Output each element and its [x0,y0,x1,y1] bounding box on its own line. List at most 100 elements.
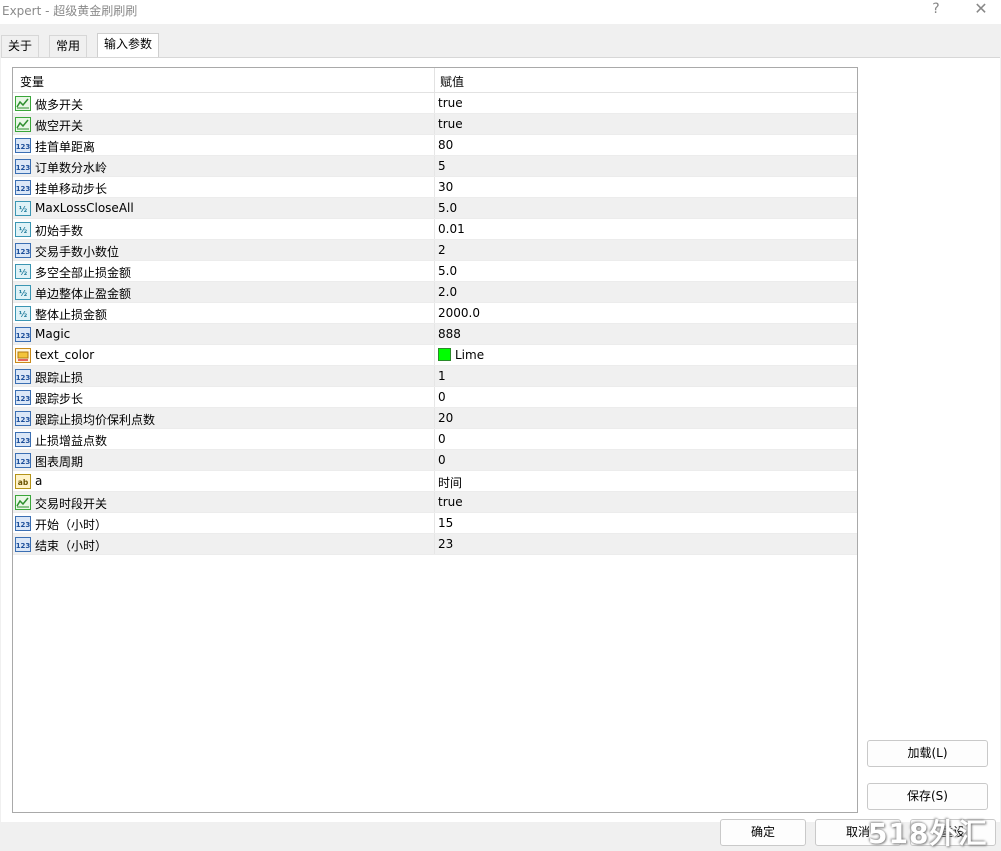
parameter-row[interactable]: 做多开关 true [13,93,857,114]
parameter-name: 跟踪止损均价保利点数 [35,413,156,427]
color-name: Lime [455,348,485,362]
parameter-value[interactable]: 5.0 [438,264,457,278]
parameters-grid[interactable]: 变量 赋值 做多开关 true 做空开关 true 123 挂首单距离 80 123 订单数分水… [12,67,858,813]
parameter-value[interactable]: 2.0 [438,285,457,299]
parameter-row[interactable]: 123 Magic 888 [13,324,857,345]
parameter-value[interactable]: 2000.0 [438,306,480,320]
parameter-value[interactable]: 888 [438,327,461,341]
parameter-name: 止损增益点数 [35,434,108,448]
parameter-value[interactable]: 30 [438,180,453,194]
column-divider [434,450,435,471]
bool-icon [15,117,31,132]
load-button[interactable]: 加载(L) [867,740,988,767]
tab-inputs[interactable]: 输入参数 [97,33,160,58]
parameter-name: MaxLossCloseAll [35,201,134,215]
int-icon: 123 [15,453,31,468]
int-icon: 123 [15,243,31,258]
parameter-name: 做空开关 [35,119,84,133]
int-icon: 123 [15,327,31,342]
column-divider [434,303,435,324]
parameter-value[interactable]: 0.01 [438,222,465,236]
parameter-value[interactable]: 20 [438,411,453,425]
column-divider [434,471,435,492]
parameter-row[interactable]: text_color Lime [13,345,857,366]
parameter-value[interactable]: 时间 [438,474,462,491]
variable-column-header[interactable]: 变量 [20,73,44,90]
close-button[interactable]: ✕ [961,0,1001,22]
window-title: Expert - 超级黄金刷刷刷 [2,4,138,18]
parameter-row[interactable]: ½ 初始手数 0.01 [13,219,857,240]
parameter-row[interactable]: 做空开关 true [13,114,857,135]
parameter-value[interactable]: Lime [438,348,484,362]
value-column-header[interactable]: 赋值 [440,73,464,90]
svg-text:123: 123 [16,416,31,424]
svg-text:123: 123 [16,374,31,382]
parameter-row[interactable]: ½ 单边整体止盈金额 2.0 [13,282,857,303]
parameter-row[interactable]: 123 跟踪止损 1 [13,366,857,387]
parameter-value[interactable]: true [438,495,463,509]
svg-text:123: 123 [16,248,31,256]
parameter-name: 交易时段开关 [35,497,108,511]
parameter-row[interactable]: 123 开始（小时） 15 [13,513,857,534]
svg-text:123: 123 [16,437,31,445]
parameter-value[interactable]: 0 [438,453,446,467]
column-divider [434,534,435,555]
parameter-row[interactable]: ab a 时间 [13,471,857,492]
parameter-row[interactable]: 交易时段开关 true [13,492,857,513]
parameter-value[interactable]: 23 [438,537,453,551]
parameter-row[interactable]: ½ 多空全部止损金额 5.0 [13,261,857,282]
svg-text:123: 123 [16,458,31,466]
parameter-row[interactable]: 123 挂单移动步长 30 [13,177,857,198]
save-button[interactable]: 保存(S) [867,783,988,810]
parameter-value[interactable]: 15 [438,516,453,530]
tab-strip: 关于 常用 输入参数 [0,33,1001,58]
parameter-row[interactable]: ½ MaxLossCloseAll 5.0 [13,198,857,219]
double-icon: ½ [15,222,31,237]
parameter-row[interactable]: ½ 整体止损金额 2000.0 [13,303,857,324]
ok-button[interactable]: 确定 [720,819,806,846]
tab-common[interactable]: 常用 [49,35,88,57]
column-divider [434,345,435,366]
grid-header: 变量 赋值 [13,68,857,93]
parameter-row[interactable]: 123 跟踪止损均价保利点数 20 [13,408,857,429]
parameter-name: 挂单移动步长 [35,182,108,196]
parameter-value[interactable]: true [438,96,463,110]
parameter-value[interactable]: 1 [438,369,446,383]
parameter-name: 跟踪止损 [35,371,84,385]
parameter-row[interactable]: 123 交易手数小数位 2 [13,240,857,261]
parameter-value[interactable]: 80 [438,138,453,152]
parameter-row[interactable]: 123 结束（小时） 23 [13,534,857,555]
svg-text:123: 123 [16,542,31,550]
svg-text:½: ½ [19,267,27,277]
parameter-name: Magic [35,327,71,341]
bool-icon [15,495,31,510]
column-divider [434,219,435,240]
tab-about[interactable]: 关于 [1,35,40,57]
column-divider [434,135,435,156]
help-button[interactable]: ? [916,0,956,22]
parameter-row[interactable]: 123 订单数分水岭 5 [13,156,857,177]
parameter-row[interactable]: 123 挂首单距离 80 [13,135,857,156]
column-divider [434,324,435,345]
int-icon: 123 [15,369,31,384]
color-icon [15,348,31,363]
column-divider [434,429,435,450]
double-icon: ½ [15,285,31,300]
parameter-value[interactable]: 0 [438,390,446,404]
parameter-row[interactable]: 123 跟踪步长 0 [13,387,857,408]
parameter-row[interactable]: 123 图表周期 0 [13,450,857,471]
header-divider[interactable] [434,68,435,93]
parameter-value[interactable]: 5.0 [438,201,457,215]
svg-text:½: ½ [19,288,27,298]
parameter-name: 结束（小时） [35,539,108,553]
parameter-value[interactable]: 5 [438,159,446,173]
column-divider [434,93,435,114]
parameter-value[interactable]: true [438,117,463,131]
parameter-name: 多空全部止损金额 [35,266,132,280]
parameter-row[interactable]: 123 止损增益点数 0 [13,429,857,450]
parameter-value[interactable]: 2 [438,243,446,257]
parameter-value[interactable]: 0 [438,432,446,446]
svg-text:123: 123 [16,185,31,193]
parameter-name: 开始（小时） [35,518,108,532]
column-divider [434,492,435,513]
